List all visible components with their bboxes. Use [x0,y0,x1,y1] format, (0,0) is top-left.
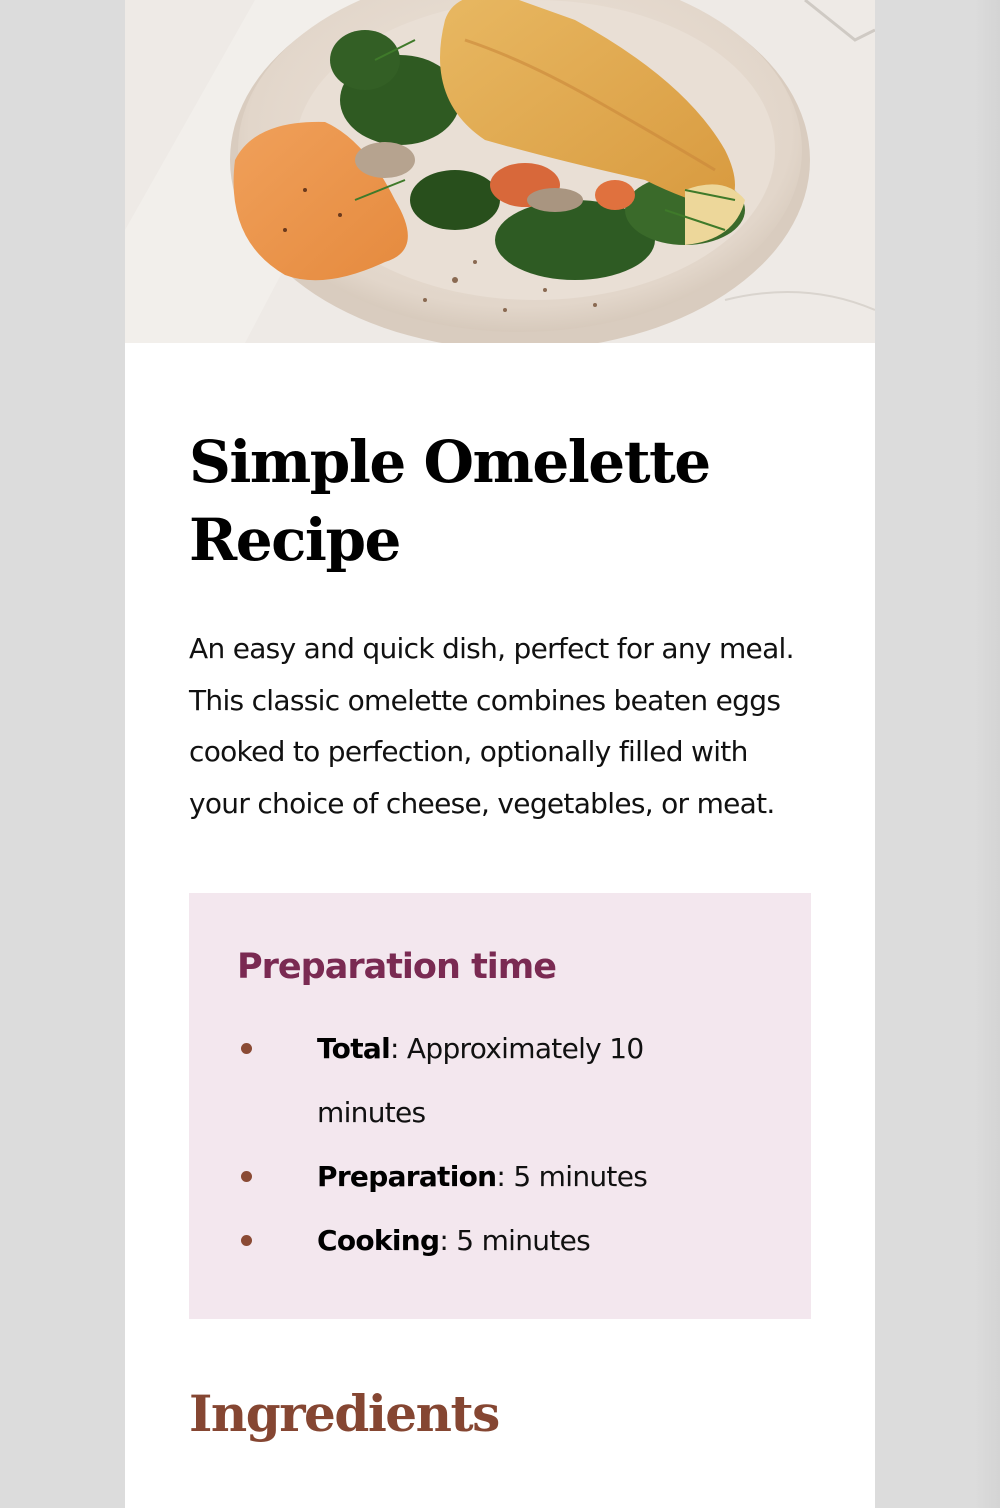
prep-item-label: Cooking [317,1224,440,1257]
prep-item-label: Total [317,1032,391,1065]
recipe-title: Simple Omelette Recipe [189,428,711,574]
bullet-icon [241,1043,252,1054]
background-edge [974,0,1000,1508]
hero-image [125,0,875,343]
preparation-time-list: Total: Approximately 10 minutes Preparat… [237,1017,763,1273]
recipe-content: Simple Omelette Recipe An easy and quick… [125,343,875,1449]
prep-item-total: Total: Approximately 10 minutes [237,1017,763,1145]
bullet-icon [241,1171,252,1182]
ingredients-heading: Ingredients [189,1384,500,1443]
recipe-description: An easy and quick dish, perfect for any … [189,632,795,820]
preparation-time-heading: Preparation time [237,947,557,987]
recipe-card: Simple Omelette Recipe An easy and quick… [125,0,875,1508]
prep-item-value: : 5 minutes [496,1160,648,1193]
prep-item-label: Preparation [317,1160,497,1193]
prep-item-preparation: Preparation: 5 minutes [237,1145,763,1209]
preparation-time-box: Preparation time Total: Approximately 10… [189,893,811,1319]
prep-item-value: : 5 minutes [439,1224,591,1257]
prep-item-cooking: Cooking: 5 minutes [237,1209,763,1273]
bullet-icon [241,1235,252,1246]
